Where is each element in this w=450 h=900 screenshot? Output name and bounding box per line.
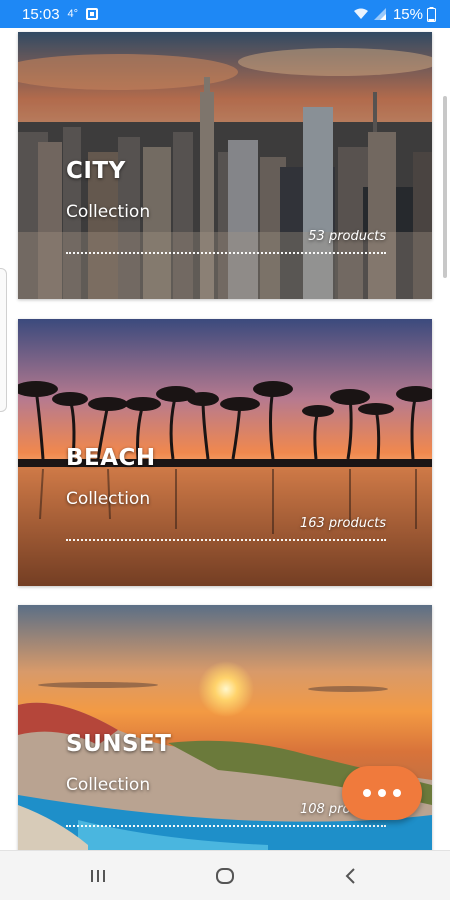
- status-notification: 4°: [67, 8, 79, 20]
- more-options-button[interactable]: [342, 766, 422, 820]
- card-subtitle: Collection: [66, 775, 151, 795]
- signal-icon: [373, 7, 387, 21]
- card-subtitle: Collection: [66, 489, 151, 509]
- edge-panel-handle[interactable]: [0, 268, 7, 412]
- collection-feed[interactable]: CITY Collection 53 products BEACH Collec…: [0, 28, 450, 850]
- battery-icon: [427, 6, 436, 22]
- more-horiz-icon: [363, 789, 371, 797]
- wifi-icon: [353, 7, 369, 21]
- back-icon[interactable]: [336, 861, 366, 891]
- card-divider: [66, 252, 386, 254]
- system-nav-bar: [0, 850, 450, 900]
- collection-card-city[interactable]: CITY Collection 53 products: [18, 32, 432, 299]
- card-product-count: 163 products: [299, 516, 386, 531]
- battery-percent: 15%: [392, 5, 423, 23]
- card-title: SUNSET: [66, 731, 172, 757]
- recent-apps-icon[interactable]: [83, 861, 113, 891]
- card-title: CITY: [66, 158, 126, 184]
- more-horiz-icon-dot: [393, 789, 401, 797]
- card-divider: [66, 539, 386, 541]
- status-time: 15:03: [22, 5, 60, 23]
- status-right: 15%: [353, 6, 436, 23]
- card-product-count: 53 products: [308, 229, 386, 244]
- card-title: BEACH: [66, 445, 156, 471]
- status-bar: 15:03 4° 15%: [0, 0, 450, 28]
- card-subtitle: Collection: [66, 202, 151, 222]
- card-divider: [66, 825, 386, 827]
- more-horiz-icon-dot: [378, 789, 386, 797]
- home-icon[interactable]: [210, 861, 240, 891]
- collection-card-beach[interactable]: BEACH Collection 163 products: [18, 319, 432, 586]
- scrollbar[interactable]: [443, 96, 447, 278]
- app-icon: [86, 8, 99, 20]
